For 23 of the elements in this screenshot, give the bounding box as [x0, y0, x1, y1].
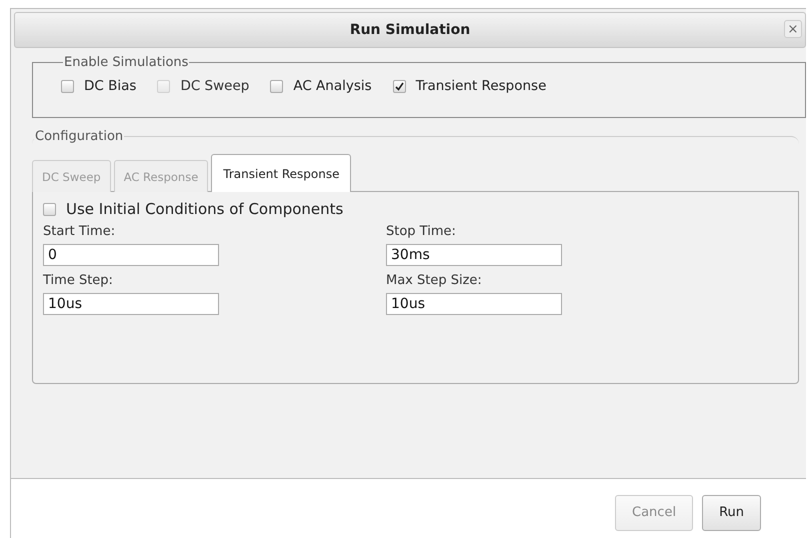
checkbox-label: DC Sweep	[180, 78, 250, 94]
group-legend: Configuration	[34, 129, 124, 144]
checkbox[interactable]	[61, 80, 74, 92]
tab[interactable]: Transient Response	[211, 154, 352, 192]
field-label: Stop Time:	[386, 224, 457, 238]
checkbox-label: DC Bias	[84, 78, 136, 94]
checkbox-label: Transient Response	[416, 78, 546, 94]
checkbox[interactable]	[392, 80, 406, 92]
window-title: Run Simulation	[350, 22, 470, 38]
checkbox[interactable]	[43, 202, 56, 216]
checkbox-label: Use Initial Conditions of Components	[66, 200, 344, 218]
group-legend: Enable Simulations	[63, 55, 190, 70]
field-label: Max Step Size:	[386, 272, 483, 288]
close-button[interactable]: ×	[784, 20, 802, 38]
dialog-button[interactable]: Run	[702, 494, 761, 530]
input-field[interactable]: 10us	[386, 292, 562, 314]
input-field[interactable]: 0	[43, 244, 219, 266]
input-field[interactable]: 30ms	[386, 244, 562, 266]
checkbox[interactable]	[270, 80, 284, 92]
checkbox-label: AC Analysis	[293, 78, 372, 94]
input-field[interactable]: 10us	[43, 292, 219, 314]
field-label: Time Step:	[43, 272, 114, 288]
field-label: Start Time:	[43, 224, 116, 238]
